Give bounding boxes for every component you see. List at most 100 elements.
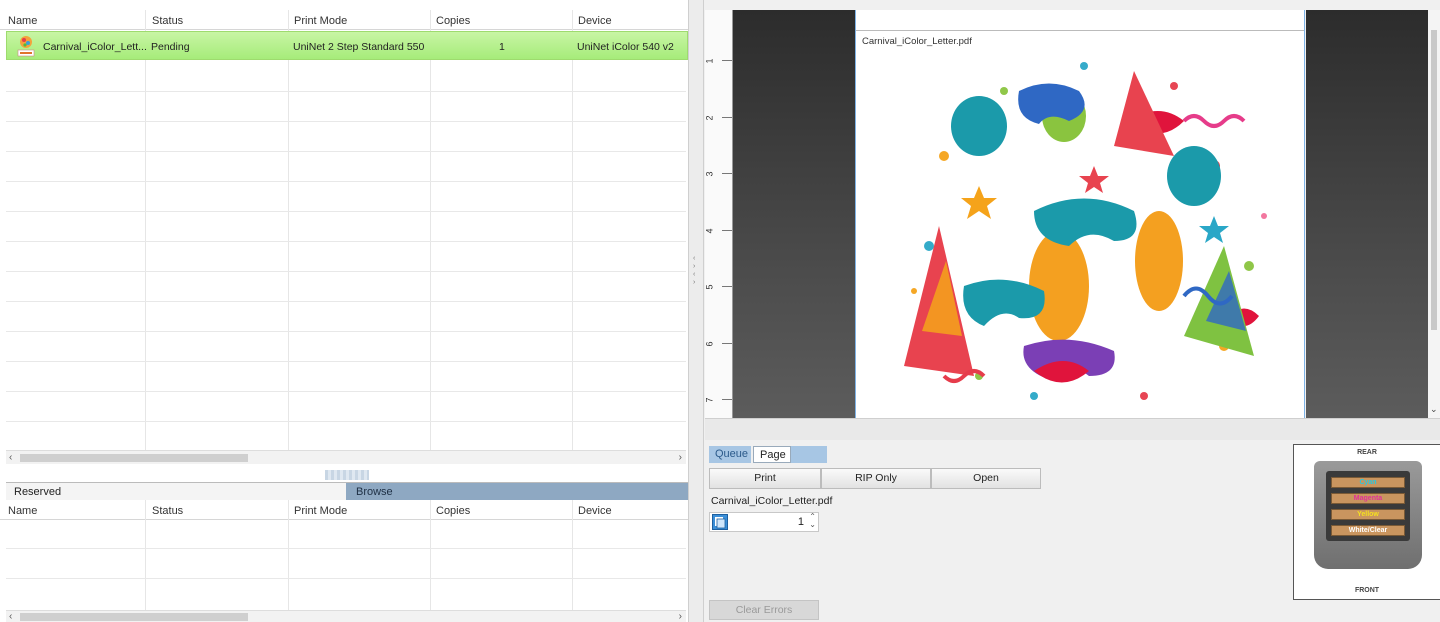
tab-browse[interactable]: Browse: [346, 483, 688, 500]
col-print-mode[interactable]: Print Mode: [294, 505, 347, 517]
ruler-label: 7: [704, 397, 715, 403]
job-status: Pending: [151, 41, 190, 53]
ink-slot-yellow: Yellow: [1331, 509, 1405, 520]
row-divider: [6, 361, 686, 362]
job-settings-panel: Queue Page Print RIP Only Open Carnival_…: [705, 440, 1440, 622]
scroll-left-icon[interactable]: ‹: [9, 452, 12, 463]
scrollbar-thumb[interactable]: [20, 613, 248, 621]
col-divider: [288, 500, 289, 610]
tab-queue[interactable]: Queue: [709, 446, 751, 463]
carnival-artwork-image: [904, 62, 1267, 400]
spin-updown-icon[interactable]: ⌃ ⌄: [809, 513, 816, 529]
ink-slot-magenta: Magenta: [1331, 493, 1405, 504]
tab-browse-label: Browse: [356, 486, 393, 498]
tab-page-label: Page: [760, 449, 786, 461]
col-divider: [572, 10, 573, 450]
col-print-mode[interactable]: Print Mode: [294, 15, 347, 27]
splitter-grip-icon[interactable]: ‹ › ‹ ›: [693, 255, 699, 295]
copies-value[interactable]: 1: [798, 516, 804, 528]
tab-reserved-label: Reserved: [14, 486, 62, 498]
pane-splitter[interactable]: ‹ › ‹ ›: [688, 0, 704, 622]
ruler-tick: [722, 230, 732, 231]
table-row[interactable]: Carnival_iColor_Lett... Pending UniNet 2…: [6, 31, 688, 60]
row-divider: [6, 421, 686, 422]
row-divider: [6, 578, 686, 579]
page-divider: [856, 30, 1304, 31]
copies-stepper[interactable]: 1 ⌃ ⌄: [709, 512, 819, 532]
job-device: UniNet iColor 540 v2: [577, 41, 674, 53]
row-divider: [6, 211, 686, 212]
col-status[interactable]: Status: [152, 505, 183, 517]
lower-tabbar: Reserved Browse: [6, 482, 688, 500]
row-divider: [6, 391, 686, 392]
col-divider: [430, 500, 431, 610]
ruler-label: 5: [704, 284, 715, 290]
clear-errors-button[interactable]: Clear Errors: [709, 600, 819, 620]
row-divider: [6, 121, 686, 122]
ruler-tick: [722, 286, 732, 287]
ink-slot-cyan: Cyan: [1331, 477, 1405, 488]
col-name[interactable]: Name: [8, 15, 37, 27]
browse-hscrollbar[interactable]: ‹ ›: [6, 610, 686, 622]
ruler-tick: [722, 60, 732, 61]
row-divider: [6, 241, 686, 242]
scroll-right-icon[interactable]: ›: [679, 611, 682, 622]
page-preview[interactable]: Carnival_iColor_Letter.pdf: [855, 10, 1305, 418]
copies-icon: [712, 514, 728, 530]
row-divider: [6, 301, 686, 302]
vertical-ruler: 1 2 3 4 5 6 7: [705, 10, 733, 418]
col-copies[interactable]: Copies: [436, 15, 470, 27]
ruler-label: 3: [704, 171, 715, 177]
row-divider: [6, 271, 686, 272]
col-copies[interactable]: Copies: [436, 505, 470, 517]
col-divider: [145, 10, 146, 450]
tab-queue-label: Queue: [715, 448, 749, 460]
chevron-down-icon[interactable]: ⌄: [1430, 404, 1438, 415]
ruler-label: 1: [704, 58, 715, 64]
pane-resize-grip[interactable]: [325, 470, 369, 480]
print-button[interactable]: Print: [709, 468, 821, 489]
row-divider: [6, 331, 686, 332]
scrollbar-thumb[interactable]: [1431, 30, 1437, 330]
scroll-left-icon[interactable]: ‹: [9, 611, 12, 622]
rip-only-button[interactable]: RIP Only: [821, 468, 931, 489]
ruler-label: 6: [704, 341, 715, 347]
ruler-tick: [722, 343, 732, 344]
preview-vscrollbar[interactable]: ⌄: [1428, 10, 1440, 418]
open-button[interactable]: Open: [931, 468, 1041, 489]
row-divider: [6, 548, 686, 549]
printer-tray-diagram: REAR Cyan Magenta Yellow White/Clear FRO…: [1293, 444, 1440, 600]
tray-rear-label: REAR: [1357, 449, 1377, 456]
scroll-right-icon[interactable]: ›: [679, 452, 682, 463]
job-print-mode: UniNet 2 Step Standard 550: [293, 41, 425, 53]
tab-strip: [791, 446, 827, 463]
canvas-margin-left: [733, 10, 855, 418]
scrollbar-thumb[interactable]: [20, 454, 248, 462]
col-divider: [430, 10, 431, 450]
tray-inner: Cyan Magenta Yellow White/Clear: [1326, 471, 1410, 541]
job-name: Carnival_iColor_Lett...: [43, 41, 147, 53]
preview-footer: [705, 418, 1440, 440]
canvas-margin-right: [1306, 10, 1428, 418]
col-status[interactable]: Status: [152, 15, 183, 27]
col-divider: [145, 500, 146, 610]
job-filename: Carnival_iColor_Letter.pdf: [711, 495, 833, 507]
tab-reserved[interactable]: Reserved: [6, 483, 346, 500]
tab-page[interactable]: Page: [753, 446, 791, 463]
row-divider: [6, 151, 686, 152]
col-device[interactable]: Device: [578, 15, 612, 27]
ink-slot-white-clear: White/Clear: [1331, 525, 1405, 536]
ruler-label: 4: [704, 228, 715, 234]
col-divider: [288, 10, 289, 450]
ruler-tick: [722, 399, 732, 400]
tray-front-label: FRONT: [1354, 587, 1380, 594]
row-divider: [6, 91, 686, 92]
job-copies: 1: [499, 41, 505, 53]
icolor-job-icon: [17, 36, 35, 57]
queue-header: Name Status Print Mode Copies Device: [0, 10, 688, 30]
col-name[interactable]: Name: [8, 505, 37, 517]
queue-hscrollbar[interactable]: ‹ ›: [6, 450, 686, 464]
tray-body: Cyan Magenta Yellow White/Clear: [1314, 461, 1422, 569]
browse-header: Name Status Print Mode Copies Device: [0, 500, 688, 520]
col-device[interactable]: Device: [578, 505, 612, 517]
